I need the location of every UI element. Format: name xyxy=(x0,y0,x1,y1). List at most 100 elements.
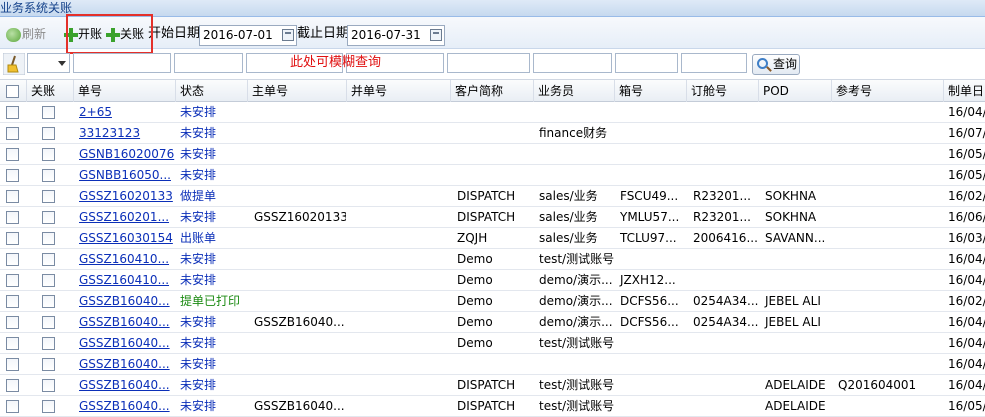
order-no-link[interactable]: GSSZB16040... xyxy=(75,291,175,312)
table-row[interactable]: GSSZ16030154 出账单 ZQJH sales/业务 TCLU97... 2006… xyxy=(0,228,985,249)
status-cell: 未安排 xyxy=(180,378,217,392)
row-select-checkbox[interactable] xyxy=(6,253,19,266)
row-closed-checkbox[interactable] xyxy=(42,190,55,203)
table-row[interactable]: GSSZ16020133 做提单 DISPATCH sales/业务 FSCU49...… xyxy=(0,186,985,207)
table-row[interactable]: GSSZ160410... 未安排 Demo test/测试账号 16/04/ xyxy=(0,249,985,270)
table-row[interactable]: GSNB16020076 未安排 16/05/ xyxy=(0,144,985,165)
order-no-link[interactable]: GSSZB16040... xyxy=(75,333,175,354)
query-button[interactable]: 查询 xyxy=(752,54,800,75)
row-select-checkbox[interactable] xyxy=(6,337,19,350)
ref-cell xyxy=(834,396,943,417)
order-no-link[interactable]: 33123123 xyxy=(75,123,175,144)
column-header-date[interactable]: 制单日 xyxy=(943,80,985,102)
column-header-status[interactable]: 状态 xyxy=(175,80,247,102)
customer-cell xyxy=(453,102,533,123)
row-select-checkbox[interactable] xyxy=(6,295,19,308)
row-closed-checkbox[interactable] xyxy=(42,127,55,140)
order-no-link[interactable]: GSSZ16030154 xyxy=(75,228,175,249)
date-cell: 16/04/ xyxy=(948,273,985,287)
row-select-checkbox[interactable] xyxy=(6,211,19,224)
column-header-no[interactable]: 单号 xyxy=(73,80,175,102)
table-row[interactable]: 2+65 未安排 16/04/ xyxy=(0,102,985,123)
filter-booking-input[interactable] xyxy=(681,53,747,73)
row-closed-checkbox[interactable] xyxy=(42,337,55,350)
status-cell: 未安排 xyxy=(180,147,217,161)
row-closed-checkbox[interactable] xyxy=(42,169,55,182)
order-no-link[interactable]: GSSZ16020133 xyxy=(75,186,175,207)
row-closed-checkbox[interactable] xyxy=(42,316,55,329)
sales-cell: test/测试账号 xyxy=(539,336,614,350)
column-header-sales[interactable]: 业务员 xyxy=(533,80,614,102)
table-row[interactable]: 33123123 未安排 finance财务 16/07/ xyxy=(0,123,985,144)
table-row[interactable]: GSSZB16040... 未安排 Demo test/测试账号 16/04/ xyxy=(0,333,985,354)
row-closed-checkbox[interactable] xyxy=(42,358,55,371)
filter-container-input[interactable] xyxy=(615,53,678,73)
start-date-field[interactable]: 2016-07-01 xyxy=(199,25,297,46)
row-select-checkbox[interactable] xyxy=(6,169,19,182)
row-closed-checkbox[interactable] xyxy=(42,400,55,413)
filter-closed-select[interactable] xyxy=(27,53,70,73)
row-closed-checkbox[interactable] xyxy=(42,274,55,287)
column-header-ref[interactable]: 参考号 xyxy=(831,80,943,102)
filter-customer-input[interactable] xyxy=(447,53,530,73)
row-select-checkbox[interactable] xyxy=(6,127,19,140)
column-header-booking[interactable]: 订舱号 xyxy=(686,80,758,102)
row-select-checkbox[interactable] xyxy=(6,358,19,371)
column-header-closed[interactable]: 关账 xyxy=(26,80,73,102)
order-no-link[interactable]: GSSZ160410... xyxy=(75,270,175,291)
column-header-customer[interactable]: 客户简称 xyxy=(450,80,533,102)
table-row[interactable]: GSNBB16050... 未安排 16/05/ xyxy=(0,165,985,186)
master-no-cell xyxy=(250,144,346,165)
order-no-link[interactable]: GSSZ160201... xyxy=(75,207,175,228)
row-closed-checkbox[interactable] xyxy=(42,148,55,161)
row-select-checkbox[interactable] xyxy=(6,232,19,245)
row-select-checkbox[interactable] xyxy=(6,106,19,119)
calendar-icon[interactable] xyxy=(430,29,442,41)
calendar-icon[interactable] xyxy=(282,29,294,41)
order-no-link[interactable]: GSSZB16040... xyxy=(75,375,175,396)
column-header-master[interactable]: 主单号 xyxy=(247,80,346,102)
table-row[interactable]: GSSZ160410... 未安排 Demo demo/演示... JZXH12... 1… xyxy=(0,270,985,291)
refresh-button[interactable]: 刷新 xyxy=(6,25,46,43)
row-closed-checkbox[interactable] xyxy=(42,106,55,119)
filter-status-input[interactable] xyxy=(174,53,243,73)
table-row[interactable]: GSSZ160201... 未安排 GSSZ16020133 DISPATCH sale… xyxy=(0,207,985,228)
table-row[interactable]: GSSZB16040... 未安排 16/04/ xyxy=(0,354,985,375)
column-header-container[interactable]: 箱号 xyxy=(614,80,686,102)
row-select-checkbox[interactable] xyxy=(6,148,19,161)
booking-cell xyxy=(689,396,758,417)
order-no-link[interactable]: GSNBB16050... xyxy=(75,165,175,186)
select-all-checkbox[interactable] xyxy=(6,85,19,98)
filter-sales-input[interactable] xyxy=(533,53,612,73)
table-row[interactable]: GSSZB16040... 未安排 GSSZB16040... DISPATCH tes… xyxy=(0,396,985,417)
row-select-checkbox[interactable] xyxy=(6,379,19,392)
date-cell: 16/06/ xyxy=(948,210,985,224)
filter-no-input[interactable] xyxy=(73,53,171,73)
row-closed-checkbox[interactable] xyxy=(42,253,55,266)
sales-cell: demo/演示... xyxy=(539,294,613,308)
table-row[interactable]: GSSZB16040... 未安排 GSSZB16040... Demo demo/演示… xyxy=(0,312,985,333)
end-date-field[interactable]: 2016-07-31 xyxy=(347,25,445,46)
order-no-link[interactable]: GSSZB16040... xyxy=(75,396,175,417)
row-closed-checkbox[interactable] xyxy=(42,232,55,245)
ref-cell xyxy=(834,228,943,249)
row-closed-checkbox[interactable] xyxy=(42,295,55,308)
order-no-link[interactable]: GSSZ160410... xyxy=(75,249,175,270)
table-row[interactable]: GSSZB16040... 未安排 DISPATCH test/测试账号 ADELAID… xyxy=(0,375,985,396)
row-select-checkbox[interactable] xyxy=(6,274,19,287)
row-select-checkbox[interactable] xyxy=(6,400,19,413)
order-no-link[interactable]: GSSZB16040... xyxy=(75,312,175,333)
row-select-checkbox[interactable] xyxy=(6,190,19,203)
row-closed-checkbox[interactable] xyxy=(42,379,55,392)
row-select-checkbox[interactable] xyxy=(6,316,19,329)
column-header-merge[interactable]: 并单号 xyxy=(346,80,450,102)
order-no-link[interactable]: GSNB16020076 xyxy=(75,144,175,165)
column-header-pod[interactable]: POD xyxy=(758,80,831,102)
row-closed-checkbox[interactable] xyxy=(42,211,55,224)
container-cell xyxy=(616,144,686,165)
order-no-link[interactable]: 2+65 xyxy=(75,102,175,123)
table-row[interactable]: GSSZB16040... 提单已打印 Demo demo/演示... DCFS56..… xyxy=(0,291,985,312)
clear-filter-icon[interactable] xyxy=(3,53,25,75)
order-no-link[interactable]: GSSZB16040... xyxy=(75,354,175,375)
merge-no-cell xyxy=(349,354,449,375)
